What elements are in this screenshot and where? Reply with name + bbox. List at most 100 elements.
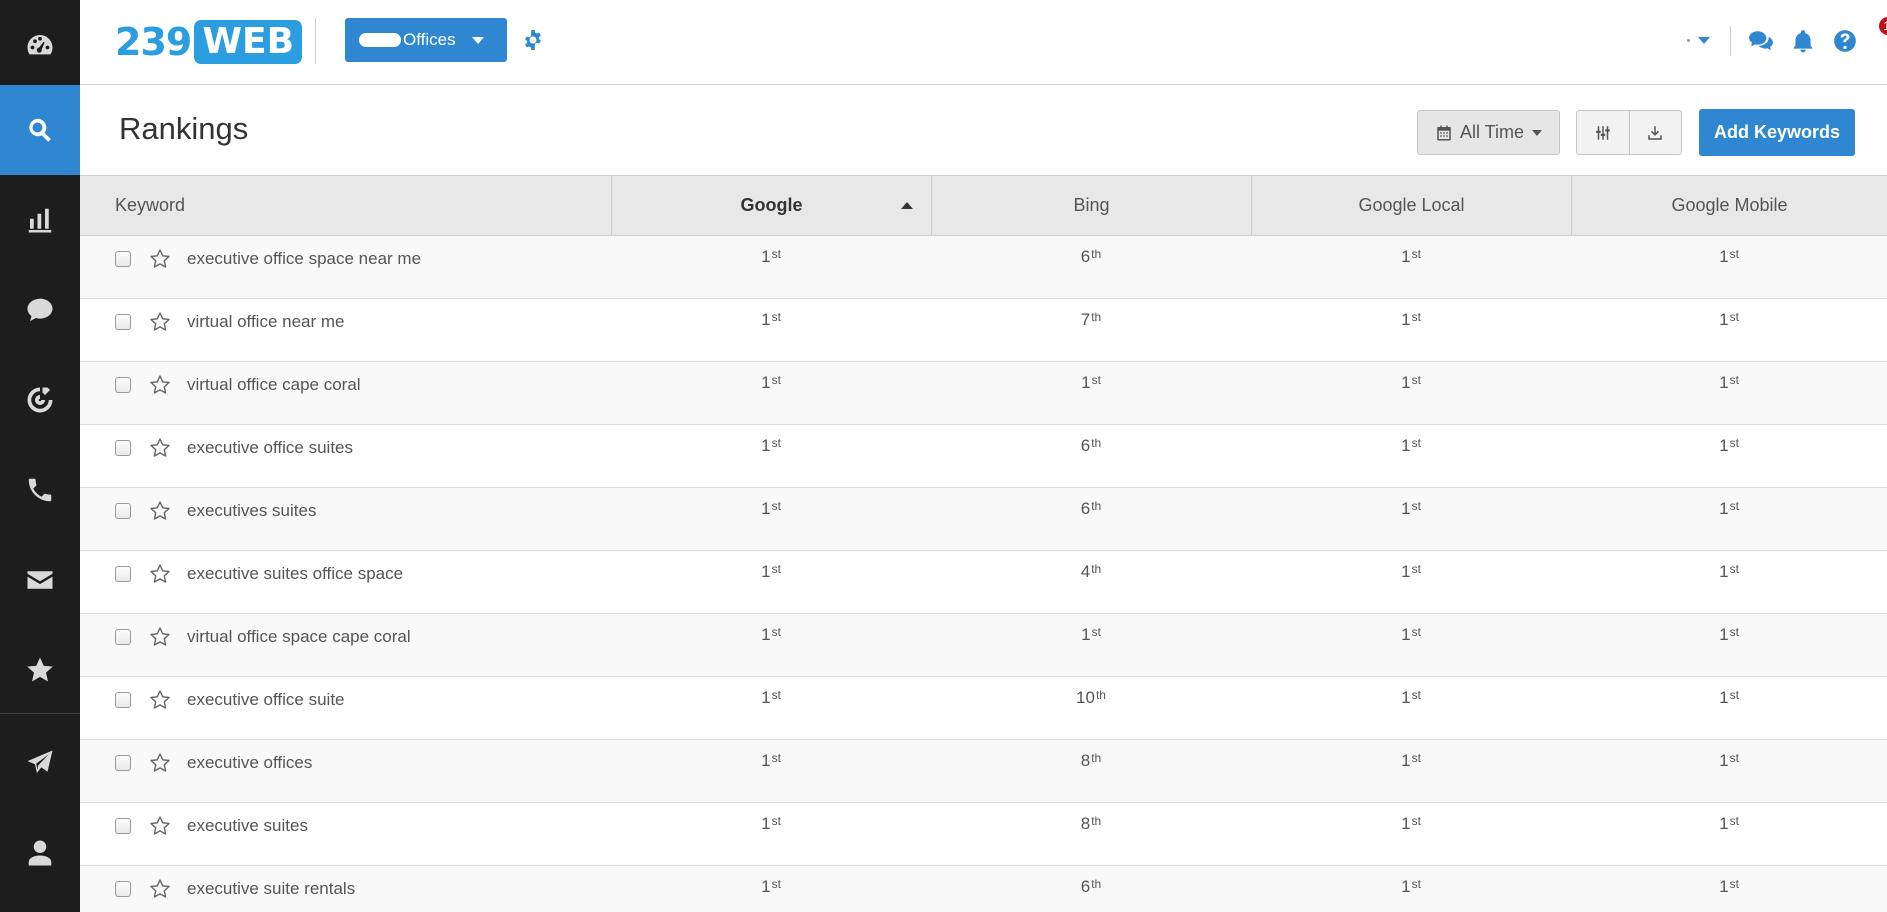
rank-google-mobile: 1st bbox=[1571, 299, 1887, 361]
sidebar-item-rankings[interactable] bbox=[0, 85, 80, 175]
keyword-cell: executive offices bbox=[80, 740, 611, 802]
rank-suffix: st bbox=[1729, 814, 1739, 828]
sidebar-item-favorites[interactable] bbox=[0, 625, 80, 715]
envelope-icon bbox=[27, 571, 53, 589]
table-row: executive suite rentals 1st 6th 1st 1st bbox=[80, 866, 1887, 912]
rank-google: 1st bbox=[611, 362, 931, 424]
user-menu-chevron-icon[interactable] bbox=[1698, 37, 1710, 44]
column-settings-button[interactable] bbox=[1577, 111, 1629, 154]
column-header-google[interactable]: Google bbox=[611, 176, 931, 235]
chat-icon[interactable] bbox=[1748, 28, 1774, 54]
rank-suffix: th bbox=[1091, 814, 1102, 828]
rank-number: 1 bbox=[761, 625, 771, 644]
rank-number: 8 bbox=[1080, 814, 1091, 833]
table-row: executive office suites 1st 6th 1st 1st bbox=[80, 425, 1887, 488]
rank-suffix: st bbox=[1729, 625, 1739, 639]
rank-number: 1 bbox=[761, 247, 771, 266]
help-icon[interactable] bbox=[1832, 28, 1858, 54]
rank-bing: 10th bbox=[931, 677, 1251, 739]
keyword-cell: executive office suites bbox=[80, 425, 611, 487]
rank-number: 1 bbox=[1401, 688, 1411, 707]
rank-suffix: st bbox=[771, 499, 781, 513]
rank-suffix: th bbox=[1095, 688, 1106, 702]
row-checkbox[interactable] bbox=[115, 314, 131, 330]
star-icon[interactable] bbox=[148, 310, 172, 334]
sidebar-item-email[interactable] bbox=[0, 535, 80, 625]
sidebar-item-mentions[interactable] bbox=[0, 355, 80, 445]
row-checkbox[interactable] bbox=[115, 566, 131, 582]
table-row: executive suites 1st 8th 1st 1st bbox=[80, 803, 1887, 866]
rank-number: 1 bbox=[1401, 751, 1411, 770]
row-checkbox[interactable] bbox=[115, 251, 131, 267]
location-dropdown[interactable]: Offices bbox=[345, 18, 507, 62]
rank-number: 1 bbox=[761, 814, 771, 833]
rank-suffix: th bbox=[1091, 436, 1102, 450]
rank-suffix: th bbox=[1091, 751, 1102, 765]
download-button[interactable] bbox=[1628, 111, 1682, 154]
rank-number: 1 bbox=[1401, 625, 1411, 644]
rank-google-local: 1st bbox=[1251, 425, 1571, 487]
logo-number: 239 bbox=[115, 20, 192, 64]
row-checkbox[interactable] bbox=[115, 818, 131, 834]
rank-suffix: st bbox=[1411, 436, 1421, 450]
star-icon[interactable] bbox=[148, 562, 172, 586]
sidebar-item-calls[interactable] bbox=[0, 445, 80, 535]
logo-word: WEB bbox=[194, 20, 303, 64]
column-header-google-local[interactable]: Google Local bbox=[1251, 176, 1571, 235]
star-icon[interactable] bbox=[148, 247, 172, 271]
column-header-google-label: Google bbox=[740, 195, 803, 215]
chevron-down-icon bbox=[1532, 129, 1542, 136]
sidebar-item-reports[interactable] bbox=[0, 175, 80, 265]
logo[interactable]: 239 WEB bbox=[115, 18, 303, 66]
row-checkbox[interactable] bbox=[115, 629, 131, 645]
rank-number: 1 bbox=[1719, 877, 1729, 896]
star-icon[interactable] bbox=[148, 814, 172, 838]
rank-number: 7 bbox=[1080, 310, 1091, 329]
star-icon[interactable] bbox=[148, 625, 172, 649]
star-icon[interactable] bbox=[148, 751, 172, 775]
rank-bing: 8th bbox=[931, 803, 1251, 865]
rank-suffix: st bbox=[1411, 751, 1421, 765]
column-header-keyword[interactable]: Keyword bbox=[80, 176, 611, 235]
star-icon[interactable] bbox=[148, 499, 172, 523]
row-checkbox[interactable] bbox=[115, 881, 131, 897]
rank-google-mobile: 1st bbox=[1571, 488, 1887, 550]
rank-number: 1 bbox=[1719, 247, 1729, 266]
rank-number: 1 bbox=[761, 499, 771, 518]
row-checkbox[interactable] bbox=[115, 692, 131, 708]
rank-suffix: st bbox=[1411, 499, 1421, 513]
star-icon[interactable] bbox=[148, 688, 172, 712]
rank-google: 1st bbox=[611, 488, 931, 550]
rank-number: 1 bbox=[1719, 310, 1729, 329]
star-icon[interactable] bbox=[148, 436, 172, 460]
rank-suffix: th bbox=[1091, 499, 1102, 513]
sidebar-item-account[interactable] bbox=[0, 808, 80, 898]
rank-suffix: st bbox=[1729, 751, 1739, 765]
rank-bing: 6th bbox=[931, 488, 1251, 550]
rank-number: 6 bbox=[1080, 436, 1091, 455]
sidebar-item-reviews[interactable] bbox=[0, 265, 80, 355]
gear-icon[interactable] bbox=[521, 28, 545, 52]
date-range-dropdown[interactable]: All Time bbox=[1417, 110, 1560, 155]
star-icon[interactable] bbox=[148, 373, 172, 397]
row-checkbox[interactable] bbox=[115, 503, 131, 519]
bell-icon[interactable] bbox=[1790, 28, 1816, 54]
keyword-text: executive suite rentals bbox=[187, 879, 356, 898]
column-header-google-mobile[interactable]: Google Mobile bbox=[1571, 176, 1887, 235]
date-range-label: All Time bbox=[1459, 122, 1524, 142]
star-icon[interactable] bbox=[148, 877, 172, 901]
rank-google-mobile: 1st bbox=[1571, 614, 1887, 676]
column-header-bing[interactable]: Bing bbox=[931, 176, 1251, 235]
sidebar-item-dashboard[interactable] bbox=[0, 0, 80, 90]
target-icon bbox=[27, 387, 53, 413]
row-checkbox[interactable] bbox=[115, 377, 131, 393]
add-keywords-button[interactable]: Add Keywords bbox=[1699, 109, 1855, 156]
rank-google: 1st bbox=[611, 740, 931, 802]
phone-icon bbox=[28, 478, 52, 502]
rank-suffix: st bbox=[1411, 310, 1421, 324]
row-checkbox[interactable] bbox=[115, 440, 131, 456]
rank-number: 8 bbox=[1080, 751, 1091, 770]
rank-google: 1st bbox=[611, 551, 931, 613]
row-checkbox[interactable] bbox=[115, 755, 131, 771]
sidebar-item-campaigns[interactable] bbox=[0, 718, 80, 808]
